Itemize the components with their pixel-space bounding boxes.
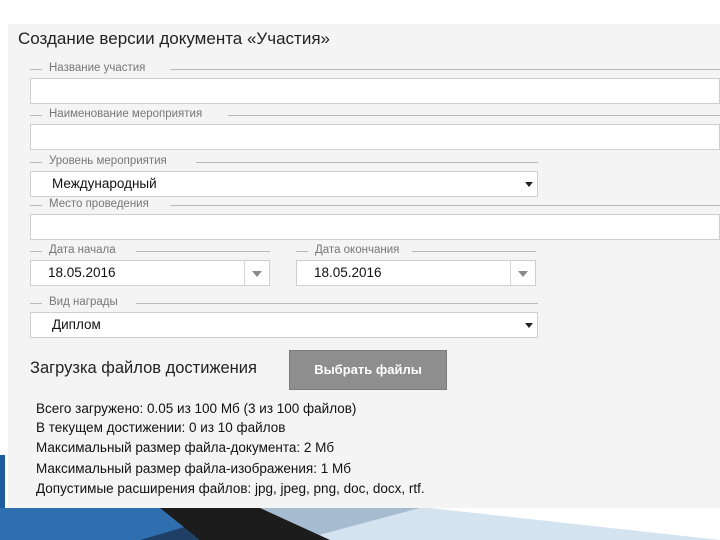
- venue-label: Место проведения: [47, 198, 151, 210]
- chevron-down-icon: [252, 271, 262, 277]
- info-allowed-extensions: Допустимые расширения файлов: jpg, jpeg,…: [36, 481, 425, 496]
- page-title: Создание версии документа «Участия»: [18, 29, 330, 48]
- award-type-label: Вид награды: [47, 296, 120, 308]
- event-name-group: Наименование мероприятия: [30, 108, 720, 150]
- event-name-label: Наименование мероприятия: [47, 108, 205, 120]
- info-current-achievement: В текущем достижении: 0 из 10 файлов: [36, 420, 286, 435]
- end-date-value: 18.05.2016: [314, 265, 382, 280]
- end-date-dropdown-button[interactable]: [510, 261, 535, 285]
- event-name-input[interactable]: [30, 124, 720, 150]
- start-date-dropdown-button[interactable]: [244, 261, 269, 285]
- participation-name-label: Название участия: [47, 62, 148, 74]
- bottom-swoosh-dark: [0, 508, 420, 540]
- venue-group: Место проведения: [30, 198, 720, 240]
- start-date-label: Дата начала: [47, 244, 118, 256]
- choose-files-button[interactable]: Выбрать файлы: [289, 350, 447, 390]
- start-date-group: Дата начала 18.05.2016: [30, 244, 270, 286]
- left-accent-bar: [0, 455, 5, 510]
- end-date-input[interactable]: 18.05.2016: [296, 260, 536, 286]
- event-level-group: Уровень мероприятия Международный: [30, 155, 538, 197]
- end-date-group: Дата окончания 18.05.2016: [296, 244, 536, 286]
- info-total-uploaded: Всего загружено: 0.05 из 100 Мб (3 из 10…: [36, 401, 357, 416]
- upload-section-label: Загрузка файлов достижения: [30, 359, 257, 377]
- participation-name-group: Название участия: [30, 62, 720, 104]
- award-type-group: Вид награды Диплом: [30, 296, 538, 338]
- bottom-swoosh-blue: [0, 508, 250, 540]
- event-level-value: Международный: [52, 176, 157, 191]
- chevron-down-icon: [525, 323, 533, 328]
- end-date-label: Дата окончания: [313, 244, 402, 256]
- bottom-swoosh-light: [160, 508, 720, 540]
- start-date-input[interactable]: 18.05.2016: [30, 260, 270, 286]
- chevron-down-icon: [518, 271, 528, 277]
- participation-name-input[interactable]: [30, 78, 720, 104]
- info-max-image-size: Максимальный размер файла-изображения: 1…: [36, 461, 351, 476]
- award-type-select[interactable]: Диплом: [30, 312, 538, 338]
- bottom-swoosh-black: [160, 508, 330, 540]
- start-date-value: 18.05.2016: [48, 265, 116, 280]
- event-level-label: Уровень мероприятия: [47, 155, 169, 167]
- chevron-down-icon: [525, 182, 533, 187]
- venue-input[interactable]: [30, 214, 720, 240]
- award-type-value: Диплом: [52, 317, 101, 332]
- info-max-document-size: Максимальный размер файла-документа: 2 М…: [36, 440, 335, 455]
- event-level-select[interactable]: Международный: [30, 171, 538, 197]
